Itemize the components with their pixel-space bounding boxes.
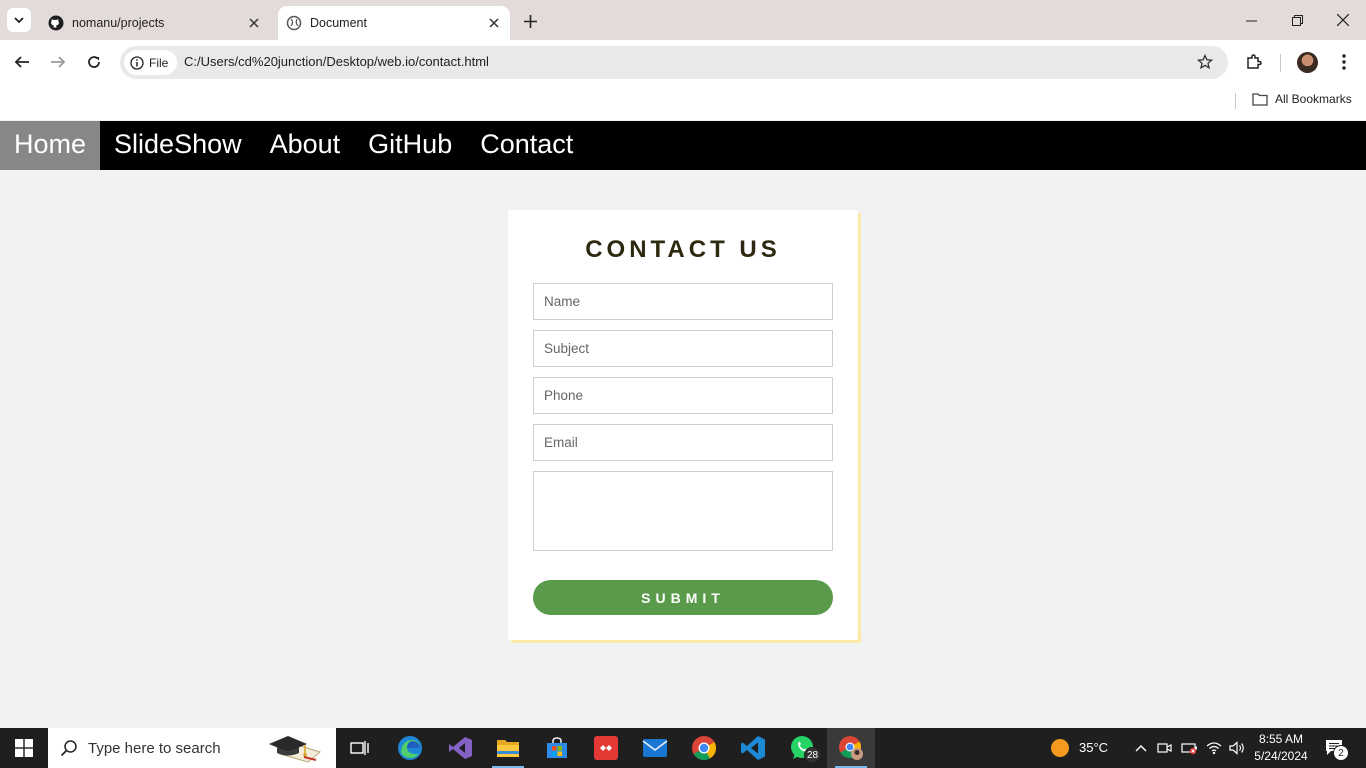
wifi-icon[interactable] — [1205, 739, 1223, 757]
browser-toolbar: File C:/Users/cd%20junction/Desktop/web.… — [0, 40, 1366, 85]
nav-github[interactable]: GitHub — [354, 121, 466, 170]
windows-logo-icon — [15, 739, 33, 757]
show-hidden-icons-icon[interactable] — [1132, 739, 1150, 757]
plus-icon — [523, 14, 537, 28]
site-nav: Home SlideShow About GitHub Contact — [0, 121, 1366, 170]
submit-button[interactable]: SUBMIT — [533, 580, 833, 615]
microsoft-store-icon — [547, 737, 567, 758]
tab-github[interactable]: nomanu/projects — [40, 6, 270, 40]
tab-document[interactable]: Document — [278, 6, 510, 40]
chevron-down-icon — [14, 17, 24, 24]
chrome-icon — [692, 736, 717, 761]
task-view-icon — [350, 741, 369, 755]
reload-button[interactable] — [84, 52, 104, 72]
windows-taskbar: Type here to search 28 35°C 8:55 AM 5/24… — [0, 728, 1366, 768]
notifications-button[interactable]: 2 — [1324, 737, 1349, 761]
folder-icon — [1252, 92, 1268, 106]
taskbar-file-explorer[interactable] — [484, 728, 532, 768]
restore-button[interactable] — [1287, 10, 1307, 30]
taskbar-store[interactable] — [533, 728, 581, 768]
all-bookmarks-button[interactable]: All Bookmarks — [1252, 92, 1352, 106]
graduation-cap-icon — [269, 736, 322, 763]
notification-count: 2 — [1333, 745, 1349, 761]
message-textarea[interactable] — [533, 471, 833, 551]
reload-icon — [88, 56, 100, 68]
taskbar-mail[interactable] — [631, 728, 679, 768]
search-placeholder: Type here to search — [88, 739, 221, 757]
address-bar[interactable]: File C:/Users/cd%20junction/Desktop/web.… — [120, 46, 1228, 79]
nav-about[interactable]: About — [256, 121, 355, 170]
minimize-button[interactable] — [1241, 10, 1261, 30]
file-explorer-icon — [497, 740, 519, 757]
extensions-icon[interactable] — [1244, 52, 1264, 72]
mail-icon — [642, 739, 668, 757]
system-clock[interactable]: 8:55 AM 5/24/2024 — [1252, 731, 1310, 765]
arrow-left-icon — [14, 56, 29, 68]
tab-search-button[interactable] — [7, 8, 31, 32]
more-menu-icon[interactable] — [1334, 52, 1354, 72]
contact-form-card: CONTACT US SUBMIT — [508, 210, 858, 640]
info-icon — [130, 55, 144, 70]
anydesk-icon — [594, 736, 618, 760]
back-button[interactable] — [12, 52, 32, 72]
nav-contact[interactable]: Contact — [466, 121, 587, 170]
site-info-label: File — [149, 55, 169, 70]
taskbar-vscode[interactable] — [729, 728, 777, 768]
arrow-right-icon — [51, 56, 66, 68]
contact-title: CONTACT US — [585, 236, 781, 263]
bookmarks-bar: All Bookmarks — [0, 85, 1366, 120]
close-tab-icon[interactable] — [246, 15, 262, 31]
nav-slideshow[interactable]: SlideShow — [100, 121, 256, 170]
profile-avatar[interactable] — [1297, 52, 1318, 73]
vscode-icon — [741, 736, 765, 760]
search-icon — [60, 739, 78, 757]
close-icon — [1337, 14, 1349, 26]
globe-icon — [286, 15, 302, 31]
name-input[interactable] — [533, 283, 833, 320]
email-input[interactable] — [533, 424, 833, 461]
github-icon — [48, 15, 64, 31]
browser-tab-bar: nomanu/projects Document — [0, 0, 1366, 40]
taskbar-whatsapp[interactable]: 28 — [778, 728, 826, 768]
bookmark-star-icon[interactable] — [1196, 53, 1214, 71]
whatsapp-badge: 28 — [804, 747, 822, 763]
taskbar-task-view[interactable] — [336, 728, 384, 768]
restore-icon — [1291, 14, 1303, 26]
meet-now-icon[interactable] — [1156, 739, 1174, 757]
clock-date: 5/24/2024 — [1254, 749, 1308, 763]
taskbar-anydesk[interactable] — [582, 728, 630, 768]
new-tab-button[interactable] — [520, 11, 540, 31]
edge-icon — [398, 736, 422, 760]
all-bookmarks-label: All Bookmarks — [1275, 92, 1352, 106]
taskbar-visual-studio[interactable] — [436, 728, 484, 768]
nav-home[interactable]: Home — [0, 121, 101, 170]
volume-icon[interactable] — [1228, 739, 1246, 757]
battery-icon[interactable] — [1181, 739, 1199, 757]
bookmarks-divider — [1235, 93, 1236, 109]
taskbar-chrome-profile[interactable] — [827, 728, 875, 768]
minimize-icon — [1245, 20, 1257, 21]
clock-time: 8:55 AM — [1258, 732, 1304, 746]
tab-title: nomanu/projects — [72, 16, 165, 30]
taskbar-chrome[interactable] — [680, 728, 728, 768]
subject-input[interactable] — [533, 330, 833, 367]
url-text[interactable]: C:/Users/cd%20junction/Desktop/web.io/co… — [184, 54, 489, 69]
phone-input[interactable] — [533, 377, 833, 414]
visual-studio-icon — [449, 737, 472, 759]
weather-sun-icon[interactable] — [1050, 738, 1070, 758]
toolbar-divider — [1280, 54, 1281, 72]
site-info-chip[interactable]: File — [124, 50, 178, 75]
weather-temp[interactable]: 35°C — [1079, 740, 1108, 755]
start-button[interactable] — [0, 728, 48, 768]
taskbar-search[interactable]: Type here to search — [48, 728, 336, 768]
close-tab-icon[interactable] — [486, 15, 502, 31]
tab-title: Document — [310, 16, 367, 30]
chrome-profile-icon — [839, 736, 863, 760]
taskbar-edge[interactable] — [386, 728, 434, 768]
forward-button[interactable] — [48, 52, 68, 72]
close-window-button[interactable] — [1333, 10, 1353, 30]
